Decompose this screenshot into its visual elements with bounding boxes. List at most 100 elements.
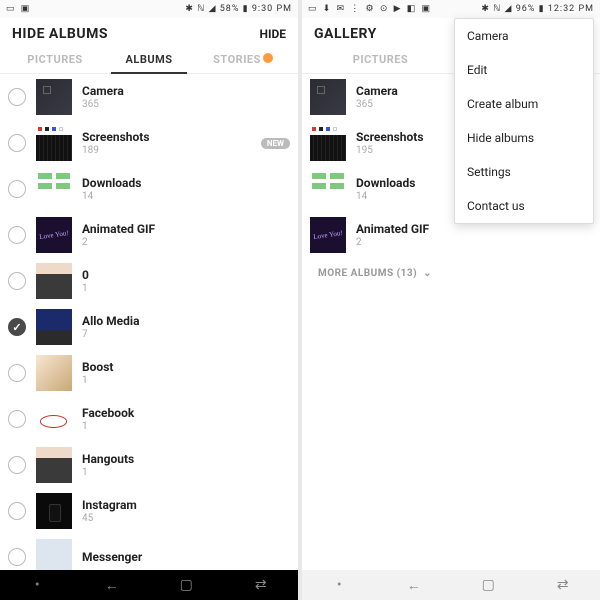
album-count: 1 — [82, 421, 290, 432]
album-name: Screenshots — [82, 130, 255, 144]
tab-label: ALBUMS — [125, 53, 172, 66]
album-thumbnail — [36, 171, 72, 207]
status-bar: ▭ ▣ ✱ ℕ ◢ 58% ▮ 9:30 PM — [0, 0, 298, 18]
status-bar: ▭ ⬇ ✉ ⋮ ⚙ ⊙ ▶ ◧ ▣ ✱ ℕ ◢ 96% ▮ 12:32 PM — [302, 0, 600, 18]
nav-dot[interactable]: • — [319, 577, 359, 593]
tabs: PICTURES ALBUMS STORIES — [0, 46, 298, 74]
menu-item-hide-albums[interactable]: Hide albums — [455, 121, 593, 155]
album-row[interactable]: Boost1 — [0, 350, 298, 396]
tab-label: PICTURES — [353, 53, 408, 66]
tab-label: STORIES — [213, 53, 261, 66]
header: HIDE ALBUMS HIDE — [0, 18, 298, 46]
status-right-icons: ✱ ℕ ◢ 96% ▮ 12:32 PM — [481, 4, 594, 14]
album-name: Animated GIF — [356, 222, 592, 236]
album-name: Allo Media — [82, 314, 290, 328]
album-name: Downloads — [82, 176, 290, 190]
phone-right-gallery: ▭ ⬇ ✉ ⋮ ⚙ ⊙ ▶ ◧ ▣ ✱ ℕ ◢ 96% ▮ 12:32 PM G… — [302, 0, 600, 600]
album-name: Messenger — [82, 550, 290, 564]
album-name: Facebook — [82, 406, 290, 420]
album-count: 45 — [82, 513, 290, 524]
album-count: 1 — [82, 375, 290, 386]
menu-item-camera[interactable]: Camera — [455, 19, 593, 53]
tab-albums[interactable]: ALBUMS — [102, 46, 196, 73]
album-row[interactable]: Animated GIF2 — [0, 212, 298, 258]
status-left-icons: ▭ ▣ — [6, 4, 31, 14]
album-thumbnail — [36, 355, 72, 391]
nav-bar: • ← ▢ ⇄ — [0, 570, 298, 600]
album-row[interactable]: Instagram45 — [0, 488, 298, 534]
album-thumbnail — [36, 79, 72, 115]
select-checkbox[interactable] — [8, 456, 26, 474]
select-checkbox[interactable] — [8, 134, 26, 152]
album-count: 7 — [82, 329, 290, 340]
nav-back-icon[interactable]: ← — [92, 577, 132, 594]
album-thumbnail — [36, 539, 72, 570]
select-checkbox[interactable] — [8, 180, 26, 198]
album-count: 189 — [82, 145, 255, 156]
menu-item-contact-us[interactable]: Contact us — [455, 189, 593, 223]
album-name: Hangouts — [82, 452, 290, 466]
album-thumbnail — [36, 263, 72, 299]
nav-dot[interactable]: • — [17, 577, 57, 593]
album-thumbnail — [36, 493, 72, 529]
album-row[interactable]: Facebook1 — [0, 396, 298, 442]
nav-back-icon[interactable]: ← — [394, 577, 434, 594]
menu-item-edit[interactable]: Edit — [455, 53, 593, 87]
nav-home-icon[interactable]: ▢ — [166, 577, 206, 593]
album-count: 1 — [82, 283, 290, 294]
album-row[interactable]: Screenshots189 NEW — [0, 120, 298, 166]
menu-item-settings[interactable]: Settings — [455, 155, 593, 189]
overflow-menu: CameraEditCreate albumHide albumsSetting… — [454, 18, 594, 224]
status-left-icons: ▭ ⬇ ✉ ⋮ ⚙ ⊙ ▶ ◧ ▣ — [308, 4, 432, 14]
album-row[interactable]: Downloads14 — [0, 166, 298, 212]
album-name: Camera — [82, 84, 290, 98]
page-title: GALLERY — [314, 26, 377, 42]
select-checkbox[interactable] — [8, 226, 26, 244]
tab-stories[interactable]: STORIES — [196, 46, 290, 73]
album-row[interactable]: Messenger — [0, 534, 298, 570]
album-thumbnail — [36, 217, 72, 253]
nav-home-icon[interactable]: ▢ — [468, 577, 508, 593]
album-name: 0 — [82, 268, 290, 282]
tab-pictures[interactable]: PICTURES — [310, 46, 451, 73]
album-thumbnail — [310, 217, 346, 253]
status-right-icons: ✱ ℕ ◢ 58% ▮ 9:30 PM — [185, 4, 292, 14]
more-albums-button[interactable]: MORE ALBUMS (13) ⌄ — [302, 258, 600, 289]
nav-recent-icon[interactable]: ⇄ — [543, 577, 583, 593]
tab-pictures[interactable]: PICTURES — [8, 46, 102, 73]
album-row[interactable]: 01 — [0, 258, 298, 304]
phone-left-hide-albums: ▭ ▣ ✱ ℕ ◢ 58% ▮ 9:30 PM HIDE ALBUMS HIDE… — [0, 0, 298, 600]
nav-recent-icon[interactable]: ⇄ — [241, 577, 281, 593]
page-title: HIDE ALBUMS — [12, 26, 108, 42]
tab-label: PICTURES — [27, 53, 82, 66]
select-checkbox[interactable] — [8, 502, 26, 520]
album-thumbnail — [310, 171, 346, 207]
select-checkbox[interactable] — [8, 318, 26, 336]
album-thumbnail — [310, 125, 346, 161]
album-row[interactable]: Hangouts1 — [0, 442, 298, 488]
album-count: 1 — [82, 467, 290, 478]
chevron-down-icon: ⌄ — [423, 268, 432, 279]
new-badge-icon — [263, 53, 273, 63]
album-name: Instagram — [82, 498, 290, 512]
select-checkbox[interactable] — [8, 548, 26, 566]
album-list[interactable]: Camera365Screenshots189NEWDownloads14Ani… — [0, 74, 298, 570]
album-thumbnail — [310, 79, 346, 115]
new-pill: NEW — [261, 138, 290, 149]
album-thumbnail — [36, 401, 72, 437]
album-row[interactable]: Allo Media7 — [0, 304, 298, 350]
select-checkbox[interactable] — [8, 410, 26, 428]
album-name: Animated GIF — [82, 222, 290, 236]
album-row[interactable]: Camera365 — [0, 74, 298, 120]
album-count: 2 — [82, 237, 290, 248]
select-checkbox[interactable] — [8, 364, 26, 382]
select-checkbox[interactable] — [8, 272, 26, 290]
nav-bar: • ← ▢ ⇄ — [302, 570, 600, 600]
album-count: 14 — [82, 191, 290, 202]
menu-item-create-album[interactable]: Create album — [455, 87, 593, 121]
select-checkbox[interactable] — [8, 88, 26, 106]
album-count: 365 — [82, 99, 290, 110]
hide-button[interactable]: HIDE — [259, 27, 286, 41]
album-thumbnail — [36, 309, 72, 345]
more-label: MORE ALBUMS (13) — [318, 268, 417, 279]
